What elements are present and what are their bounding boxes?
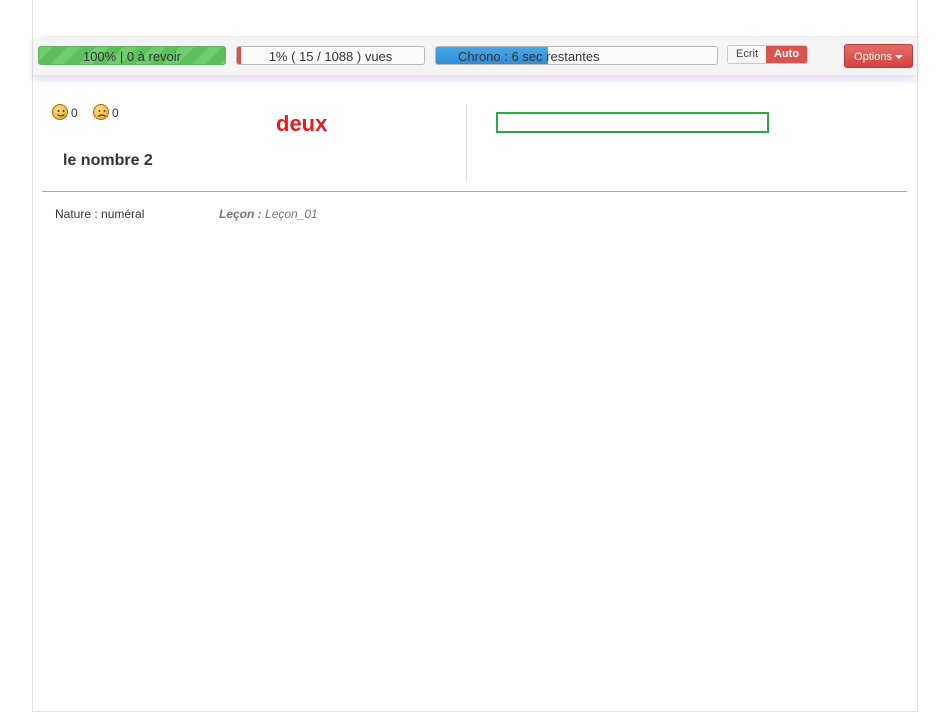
toolbar: 100% | 0 à revoir 1% ( 15 / 1088 ) vues …	[33, 37, 917, 76]
chrono-text: Chrono : 6 sec restantes	[458, 49, 600, 64]
seen-progress-text: 1% ( 15 / 1088 ) vues	[268, 49, 393, 64]
options-label: Options	[854, 51, 892, 63]
mode-ecrit-button[interactable]: Ecrit	[728, 46, 766, 63]
caret-down-icon	[894, 55, 903, 60]
review-status-text: 100% | 0 à revoir	[82, 49, 182, 64]
mode-auto-button[interactable]: Auto	[766, 46, 808, 63]
app-frame: 100% | 0 à revoir 1% ( 15 / 1088 ) vues …	[32, 0, 918, 712]
seen-progress-fill	[237, 47, 241, 64]
lecon-value: Leçon_01	[265, 207, 318, 221]
lecon-info: Leçon : Leçon_01	[219, 207, 318, 221]
chrono-bar: Chrono : 6 sec restantes	[435, 46, 718, 65]
answer-input[interactable]	[496, 112, 769, 133]
happy-smiley-icon	[52, 104, 68, 120]
seen-progress-bar: 1% ( 15 / 1088 ) vues	[236, 46, 425, 65]
review-status-bar: 100% | 0 à revoir	[38, 46, 226, 65]
vocab-word: deux	[276, 111, 328, 136]
happy-count: 0	[71, 106, 78, 120]
sad-smiley-icon	[93, 104, 109, 120]
sad-count: 0	[112, 106, 119, 120]
horizontal-divider	[42, 191, 907, 192]
mode-toggle: Ecrit Auto	[727, 45, 809, 64]
vertical-divider	[466, 104, 467, 182]
options-button[interactable]: Options	[844, 44, 913, 68]
lecon-label: Leçon :	[219, 207, 262, 221]
top-bar	[45, 0, 917, 37]
translation-text: le nombre 2	[63, 152, 153, 169]
nature-text: Nature : numéral	[55, 207, 145, 221]
